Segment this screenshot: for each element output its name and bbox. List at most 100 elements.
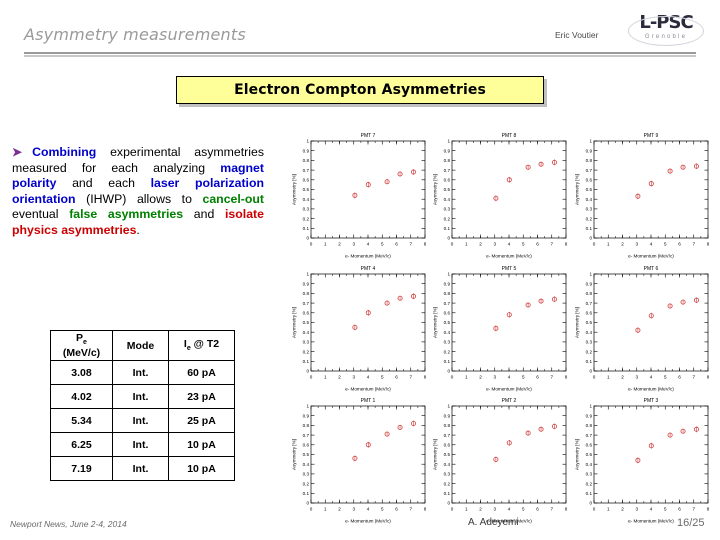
svg-text:Asymmetry [%]: Asymmetry [%] — [292, 174, 297, 205]
svg-text:0.3: 0.3 — [585, 207, 592, 212]
cell-mode: Int. — [112, 408, 169, 433]
svg-text:0.2: 0.2 — [585, 216, 592, 221]
para-seg-false-asymmetries: false asymmetries — [69, 207, 184, 222]
svg-text:e- Momentum (MeV/c): e- Momentum (MeV/c) — [345, 254, 391, 259]
svg-text:PMT 1: PMT 1 — [361, 398, 376, 404]
para-seg-10: and — [183, 207, 226, 222]
svg-text:0.4: 0.4 — [303, 462, 310, 467]
svg-text:1: 1 — [324, 507, 327, 512]
svg-text:0.6: 0.6 — [585, 178, 592, 183]
svg-text:0: 0 — [592, 242, 595, 247]
footer-venue: Newport News, June 2-4, 2014 — [10, 519, 127, 529]
col-header-momentum: Pe (MeV/c) — [50, 330, 113, 361]
footer-page-number: 16/25 — [677, 517, 705, 529]
svg-text:0: 0 — [306, 368, 309, 373]
svg-text:5: 5 — [381, 507, 384, 512]
svg-text:0.7: 0.7 — [585, 168, 592, 173]
svg-text:0.1: 0.1 — [585, 359, 592, 364]
svg-text:0: 0 — [589, 501, 592, 506]
svg-text:0.9: 0.9 — [585, 281, 592, 286]
svg-text:5: 5 — [522, 374, 525, 379]
para-seg-combining: Combining — [32, 145, 97, 159]
lpsc-logo: L-PSC Grenoble — [622, 14, 710, 48]
footer-author: A. Adeyemi — [468, 517, 519, 528]
svg-text:0.6: 0.6 — [585, 310, 592, 315]
svg-text:0.4: 0.4 — [444, 462, 451, 467]
slide-root: Asymmetry measurements Eric Voutier L-PS… — [0, 0, 720, 540]
svg-text:0.1: 0.1 — [444, 359, 451, 364]
svg-text:3: 3 — [635, 242, 638, 247]
cell-mode: Int. — [112, 384, 169, 409]
svg-text:0.4: 0.4 — [585, 330, 592, 335]
svg-text:3: 3 — [635, 507, 638, 512]
svg-text:2: 2 — [338, 242, 341, 247]
svg-text:7: 7 — [409, 507, 412, 512]
svg-text:1: 1 — [324, 374, 327, 379]
para-seg-8: eventual — [12, 207, 70, 222]
svg-text:0: 0 — [306, 501, 309, 506]
pmt-plot: 0 1 2 3 4 5 6 7 8 0 0.1 0.2 0.3 0.4 0.5 0.6 0.7 0.8 0.9 1 PM… — [431, 128, 572, 261]
svg-text:Asymmetry [%]: Asymmetry [%] — [433, 439, 438, 470]
svg-text:0: 0 — [451, 507, 454, 512]
svg-text:1: 1 — [589, 139, 592, 144]
svg-text:1: 1 — [448, 271, 451, 276]
cell-momentum: 6.25 — [50, 432, 113, 457]
svg-text:4: 4 — [649, 374, 652, 379]
svg-text:0.8: 0.8 — [585, 158, 592, 163]
svg-text:0.9: 0.9 — [303, 414, 310, 419]
cell-current: 10 pA — [168, 432, 235, 457]
svg-text:Asymmetry [%]: Asymmetry [%] — [433, 174, 438, 205]
svg-text:8: 8 — [565, 242, 568, 247]
svg-text:7: 7 — [551, 242, 554, 247]
cell-momentum: 4.02 — [50, 384, 113, 409]
svg-text:0.9: 0.9 — [303, 281, 310, 286]
svg-text:Asymmetry [%]: Asymmetry [%] — [292, 307, 297, 338]
svg-text:0.4: 0.4 — [444, 197, 451, 202]
svg-text:0.3: 0.3 — [303, 207, 310, 212]
cell-mode: Int. — [112, 456, 169, 481]
svg-text:7: 7 — [551, 374, 554, 379]
svg-text:4: 4 — [649, 242, 652, 247]
svg-text:0.1: 0.1 — [303, 226, 310, 231]
svg-text:0.2: 0.2 — [303, 349, 310, 354]
svg-text:3: 3 — [635, 374, 638, 379]
svg-text:PMT 5: PMT 5 — [502, 266, 517, 272]
svg-text:0.5: 0.5 — [585, 187, 592, 192]
svg-text:0.2: 0.2 — [585, 349, 592, 354]
svg-text:0.5: 0.5 — [585, 453, 592, 458]
svg-text:7: 7 — [409, 374, 412, 379]
table-row: 5.34 Int. 25 pA — [50, 408, 235, 433]
svg-text:0.2: 0.2 — [444, 482, 451, 487]
svg-text:PMT 3: PMT 3 — [643, 398, 658, 404]
para-seg-12: . — [136, 222, 140, 237]
svg-text:0.8: 0.8 — [303, 423, 310, 428]
svg-text:2: 2 — [480, 242, 483, 247]
svg-text:1: 1 — [448, 404, 451, 409]
svg-text:0.2: 0.2 — [303, 216, 310, 221]
svg-text:1: 1 — [448, 139, 451, 144]
svg-text:0.7: 0.7 — [303, 433, 310, 438]
svg-text:8: 8 — [706, 242, 709, 247]
beam-settings-table: Pe (MeV/c) Mode Ie @ T2 3.08 Int. 60 pA … — [50, 330, 235, 481]
svg-text:8: 8 — [706, 374, 709, 379]
svg-text:6: 6 — [678, 507, 681, 512]
svg-text:2: 2 — [338, 507, 341, 512]
svg-text:1: 1 — [607, 374, 610, 379]
svg-text:4: 4 — [508, 242, 511, 247]
svg-text:2: 2 — [338, 374, 341, 379]
svg-text:0.4: 0.4 — [444, 330, 451, 335]
svg-text:0.9: 0.9 — [585, 148, 592, 153]
svg-text:e- Momentum (MeV/c): e- Momentum (MeV/c) — [628, 519, 674, 524]
page-title: Asymmetry measurements — [24, 25, 246, 44]
pmt-plot: 0 1 2 3 4 5 6 7 8 0 0.1 0.2 0.3 0.4 0.5 0.6 0.7 0.8 0.9 1 PM… — [290, 393, 431, 526]
table-row: 6.25 Int. 10 pA — [50, 432, 235, 457]
cell-current: 25 pA — [168, 408, 235, 433]
cell-mode: Int. — [112, 360, 169, 385]
svg-text:0.3: 0.3 — [585, 339, 592, 344]
svg-text:0: 0 — [310, 507, 313, 512]
svg-text:6: 6 — [537, 374, 540, 379]
svg-text:0.8: 0.8 — [585, 291, 592, 296]
pmt-plot: 0 1 2 3 4 5 6 7 8 0 0.1 0.2 0.3 0.4 0.5 0.6 0.7 0.8 0.9 1 PM… — [573, 128, 714, 261]
svg-text:0.5: 0.5 — [303, 453, 310, 458]
pmt-plot: 0 1 2 3 4 5 6 7 8 0 0.1 0.2 0.3 0.4 0.5 0.6 0.7 0.8 0.9 1 PM… — [290, 128, 431, 261]
